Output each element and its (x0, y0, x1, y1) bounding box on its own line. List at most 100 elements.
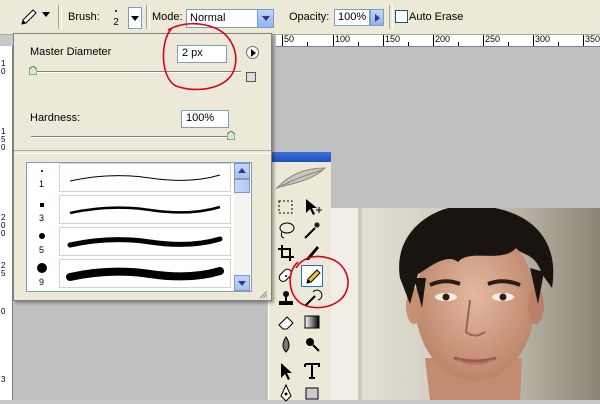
marquee-icon[interactable] (275, 196, 297, 218)
divider (14, 150, 271, 154)
hardness-field[interactable]: 100% (181, 110, 229, 128)
brush-size-number: 2 (113, 17, 119, 28)
master-diameter-field[interactable]: 2 px (177, 45, 227, 63)
ruler-tick (383, 34, 384, 46)
ruler-minor-tick (558, 42, 559, 46)
pencil-icon[interactable] (301, 265, 323, 287)
feather-logo (273, 164, 329, 192)
brush-label: Brush: (68, 11, 100, 23)
ruler-minor-tick (307, 42, 308, 46)
blur-icon[interactable] (275, 334, 297, 356)
scroll-down-icon[interactable] (234, 275, 250, 291)
brush-tip-dot (41, 170, 43, 172)
ruler-tick (483, 34, 484, 46)
mode-label: Mode: (152, 11, 183, 23)
type-icon[interactable] (301, 360, 323, 382)
brush-size-label: 9 (39, 277, 45, 287)
master-diameter-label: Master Diameter (30, 46, 112, 58)
master-diameter-slider-thumb[interactable] (28, 65, 38, 76)
vertical-ruler: 1 0 1 5 0 2 0 0 2 5 0 3 (0, 46, 13, 400)
ruler-tick (333, 34, 334, 46)
brush-tip-dot (40, 203, 44, 207)
resize-grip-icon[interactable] (258, 290, 268, 299)
brush-tip-dot (115, 10, 117, 12)
ruler-tick (282, 34, 283, 46)
horizontal-ruler: 50 100 150 200 250 300 350 (276, 34, 600, 47)
healing-brush-icon[interactable] (275, 265, 297, 287)
brush-preview[interactable]: 2 (106, 4, 126, 30)
path-selection-icon[interactable] (275, 360, 297, 382)
list-item[interactable]: 3 (27, 195, 233, 225)
brush-stroke-preview (59, 163, 231, 192)
list-item[interactable]: 1 (27, 163, 233, 193)
opacity-field[interactable]: 100% (334, 9, 370, 26)
ruler-label: 0 (1, 67, 6, 76)
brush-stroke-preview (59, 227, 231, 256)
brush-preset-list: 1 3 5 9 (26, 162, 252, 292)
divider (146, 5, 150, 29)
pencil-icon[interactable] (18, 6, 40, 28)
move-icon[interactable] (301, 196, 323, 218)
scroll-up-icon[interactable] (234, 163, 250, 179)
master-diameter-slider-track[interactable] (31, 71, 241, 73)
ruler-label: 5 (1, 269, 6, 278)
tools-palette (268, 152, 331, 402)
brush-size-label: 1 (39, 179, 45, 189)
auto-erase-label: Auto Erase (409, 11, 464, 23)
brush-stroke-preview (59, 259, 231, 288)
master-diameter-value: 2 px (182, 47, 203, 59)
ruler-tick (583, 34, 584, 46)
ruler-label: 50 (284, 34, 295, 44)
gradient-icon[interactable] (301, 311, 323, 333)
crop-icon[interactable] (275, 242, 297, 264)
ruler-tick (433, 34, 434, 46)
shape-icon[interactable] (301, 382, 323, 404)
ruler-label: 200 (435, 34, 451, 44)
list-item[interactable]: 5 (27, 227, 233, 257)
brush-tip-dot (37, 263, 47, 273)
ruler-minor-tick (508, 42, 509, 46)
mode-value: Normal (190, 12, 226, 24)
hardness-slider-thumb[interactable] (226, 130, 236, 141)
ruler-label: 100 (335, 34, 351, 44)
scrollbar-thumb[interactable] (234, 179, 250, 193)
dodge-icon[interactable] (301, 334, 323, 356)
eraser-icon[interactable] (275, 311, 297, 333)
brush-tip-dot (39, 233, 45, 239)
chevron-down-icon[interactable] (257, 10, 273, 27)
list-item[interactable]: 9 (27, 259, 233, 289)
ruler-label: 3 (1, 375, 6, 384)
pen-icon[interactable] (275, 382, 297, 404)
magic-wand-icon[interactable] (301, 219, 323, 241)
hardness-label: Hardness: (30, 112, 81, 124)
ruler-label: 150 (385, 34, 401, 44)
tools-title-bar[interactable] (269, 152, 331, 162)
hardness-slider-track[interactable] (31, 136, 231, 138)
history-brush-icon[interactable] (301, 288, 323, 310)
mode-select[interactable]: Normal (186, 9, 274, 28)
brush-picker-popup: Master Diameter 2 px Hardness: 100% 1 3 (13, 33, 272, 301)
photo-canvas[interactable] (330, 205, 600, 400)
options-bar: Brush: 2 Mode: Normal Opacity: 100% Auto… (0, 0, 600, 35)
ruler-label: 350 (585, 34, 600, 44)
tool-preset-dropdown[interactable] (42, 12, 50, 17)
clone-stamp-icon[interactable] (275, 288, 297, 310)
slice-icon[interactable] (301, 242, 323, 264)
brush-picker-dropdown[interactable] (128, 7, 142, 29)
brush-size-label: 3 (39, 213, 45, 223)
opacity-label: Opacity: (289, 11, 330, 23)
auto-erase-checkbox[interactable] (395, 10, 408, 23)
brush-menu-arrow-icon[interactable] (246, 46, 259, 59)
reset-brush-icon[interactable] (246, 72, 256, 82)
opacity-value: 100% (338, 11, 367, 23)
brush-stroke-preview (59, 195, 231, 224)
hardness-value: 100% (186, 112, 215, 124)
opacity-slider-button[interactable] (370, 9, 384, 26)
lasso-icon[interactable] (275, 219, 297, 241)
ruler-minor-tick (458, 42, 459, 46)
ruler-minor-tick (408, 42, 409, 46)
brush-list-scrollbar[interactable] (234, 163, 250, 291)
ruler-label: 300 (535, 34, 551, 44)
ruler-minor-tick (358, 42, 359, 46)
ruler-label: 250 (485, 34, 501, 44)
